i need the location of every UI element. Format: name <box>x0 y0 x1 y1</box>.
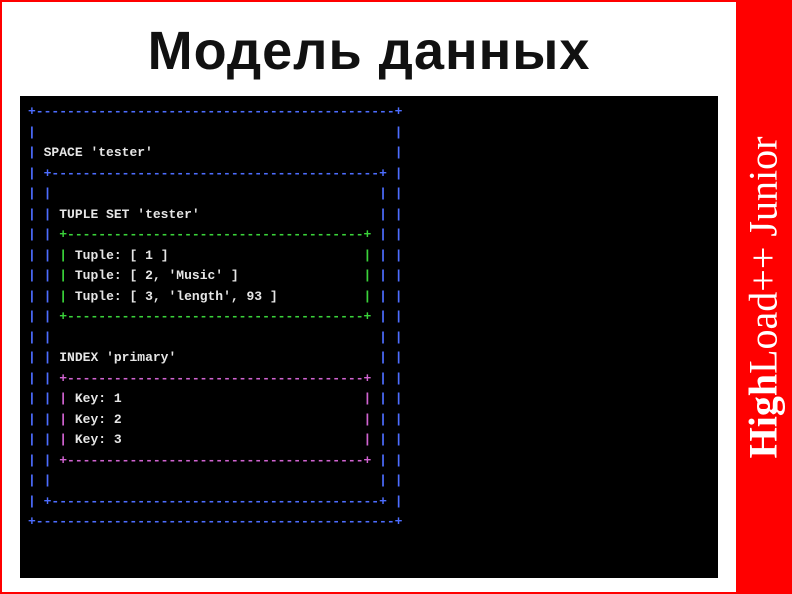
content: Модель данных +-------------------------… <box>2 2 736 592</box>
tuple-row: Tuple: [ 2, 'Music' ] <box>75 268 239 283</box>
key-row: Key: 3 <box>75 432 122 447</box>
tuple-row: Tuple: [ 1 ] <box>75 248 169 263</box>
tuple-row: Tuple: [ 3, 'length', 93 ] <box>75 289 278 304</box>
index-label: INDEX <box>59 350 98 365</box>
index-name: 'primary' <box>106 350 176 365</box>
sidebar-brand: HighLoad++ Junior <box>740 136 787 458</box>
sidebar: HighLoad++ Junior <box>736 2 790 592</box>
brand-rest: Load++ Junior <box>741 136 786 373</box>
space-name: 'tester' <box>90 145 152 160</box>
tupleset-name: 'tester' <box>137 207 199 222</box>
key-row: Key: 2 <box>75 412 122 427</box>
slide: HighLoad++ Junior Модель данных +-------… <box>0 0 792 594</box>
space-label: SPACE <box>44 145 83 160</box>
key-row: Key: 1 <box>75 391 122 406</box>
tupleset-label: TUPLE SET <box>59 207 129 222</box>
page-title: Модель данных <box>20 20 718 82</box>
brand-high: High <box>741 373 786 457</box>
terminal: +---------------------------------------… <box>20 96 718 578</box>
